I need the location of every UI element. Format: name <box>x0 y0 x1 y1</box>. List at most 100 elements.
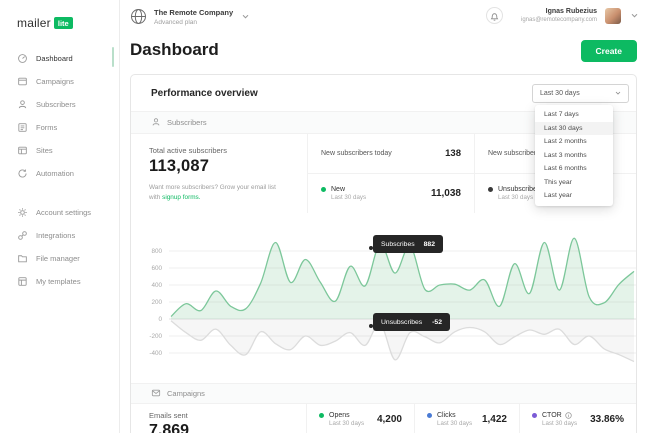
sidebar-item-forms[interactable]: Forms <box>0 116 119 139</box>
svg-text:400: 400 <box>151 282 162 289</box>
sidebar-item-integrations[interactable]: Integrations <box>0 224 119 247</box>
link-icon <box>17 230 28 241</box>
subscribes-tooltip-label: Subscribes <box>381 241 415 248</box>
company-name: The Remote Company <box>154 8 233 17</box>
ctor-value: 33.86% <box>590 414 624 425</box>
sidebar-item-subscribers[interactable]: Subscribers <box>0 93 119 116</box>
campaigns-icon <box>151 388 161 400</box>
sidebar-item-campaigns[interactable]: Campaigns <box>0 70 119 93</box>
total-subscribers-block: Total active subscribers 113,087 Want mo… <box>131 134 307 213</box>
subscribes-tooltip: Subscribes 882 <box>373 235 443 253</box>
performance-card: Performance overview Last 30 days Last 7… <box>130 74 637 433</box>
forms-icon <box>17 122 28 133</box>
sidebar-item-label: My templates <box>36 277 81 286</box>
sidebar: mailer lite Dashboard Campaigns Subscriber… <box>0 0 120 433</box>
opens-value: 4,200 <box>377 414 402 425</box>
app-root: mailer lite Dashboard Campaigns Subscriber… <box>0 0 650 433</box>
notifications-button[interactable] <box>486 7 503 24</box>
user-name: Ignas Rubezius <box>521 8 597 15</box>
page-title: Dashboard <box>130 40 219 60</box>
new-label: New <box>331 186 366 193</box>
total-subscribers-label: Total active subscribers <box>149 146 289 155</box>
sidebar-item-my-templates[interactable]: My templates <box>0 270 119 293</box>
svg-text:0: 0 <box>158 316 162 323</box>
folder-icon <box>17 253 28 264</box>
sidebar-item-automation[interactable]: Automation <box>0 162 119 185</box>
avatar[interactable] <box>605 8 621 24</box>
chevron-down-icon <box>615 91 621 95</box>
sidebar-item-sites[interactable]: Sites <box>0 139 119 162</box>
emails-sent-value: 7,869 <box>149 422 288 433</box>
campaigns-section-label: Campaigns <box>167 389 205 398</box>
date-range-option-last-year[interactable]: Last year <box>535 189 613 203</box>
brand-logo[interactable]: mailer lite <box>0 0 119 30</box>
unsubscribes-tooltip-label: Unsubscribes <box>381 319 422 326</box>
company-switcher[interactable]: The Remote Company Advanced plan <box>130 8 249 26</box>
sidebar-scrollbar-thumb[interactable] <box>112 47 114 67</box>
ctor-sub: Last 30 days <box>542 420 577 427</box>
sidebar-item-label: Account settings <box>36 208 91 217</box>
new-subscribers-today-value: 138 <box>445 148 461 159</box>
svg-text:800: 800 <box>151 248 162 255</box>
bell-icon <box>490 11 499 21</box>
campaigns-section-header: Campaigns <box>131 383 636 404</box>
sidebar-item-label: Sites <box>36 146 53 155</box>
unsubscribes-tooltip: Unsubscribes -52 <box>373 313 450 331</box>
automation-icon <box>17 168 28 179</box>
company-globe-icon <box>130 8 147 25</box>
date-range-option-last-2-months[interactable]: Last 2 months <box>535 135 613 149</box>
date-range-option-last-30-days[interactable]: Last 30 days <box>535 122 613 136</box>
create-button[interactable]: Create <box>581 40 637 62</box>
user-area: Ignas Rubezius ignas@remotecompany.com <box>486 7 638 24</box>
new-dot <box>321 187 326 192</box>
info-icon[interactable] <box>565 412 572 419</box>
opens-stat-cell: OpensLast 30 days4,200 <box>306 404 414 433</box>
sidebar-item-account-settings[interactable]: Account settings <box>0 201 119 224</box>
emails-sent-label: Emails sent <box>149 411 288 420</box>
svg-text:-400: -400 <box>149 350 162 357</box>
campaigns-stats-cells: OpensLast 30 days4,200ClicksLast 30 days… <box>306 404 636 433</box>
chevron-down-icon <box>242 14 249 19</box>
chevron-down-icon <box>631 13 638 18</box>
sidebar-item-label: File manager <box>36 254 80 263</box>
clicks-stat-cell: ClicksLast 30 days1,422 <box>414 404 519 433</box>
new-last30-value: 11,038 <box>431 188 461 199</box>
subscribers-section-label: Subscribers <box>167 118 207 127</box>
user-email: ignas@remotecompany.com <box>521 17 597 23</box>
date-range-option-last-7-days[interactable]: Last 7 days <box>535 108 613 122</box>
opens-dot <box>319 413 324 418</box>
date-range-select[interactable]: Last 30 days <box>532 84 629 103</box>
subscribers-hint: Want more subscribers? Grow your email l… <box>149 183 289 203</box>
ctor-label: CTOR <box>542 412 562 419</box>
date-range-option-this-year[interactable]: This year <box>535 176 613 190</box>
new-sub: Last 30 days <box>331 194 366 201</box>
signup-forms-link[interactable]: signup forms. <box>162 194 200 201</box>
sidebar-item-label: Campaigns <box>36 77 74 86</box>
company-plan: Advanced plan <box>154 19 233 26</box>
logo-text: mailer <box>17 16 51 30</box>
subscribers-chart[interactable]: 8006004002000-200-400 Subscribes 882 Uns… <box>131 213 636 383</box>
campaigns-icon <box>17 76 28 87</box>
unsubscribed-dot <box>488 187 493 192</box>
date-range-option-last-3-months[interactable]: Last 3 months <box>535 149 613 163</box>
subscribes-point-marker <box>369 246 373 250</box>
unsubscribes-tooltip-value: -52 <box>432 319 442 326</box>
unsubscribes-point-marker <box>369 324 373 328</box>
sidebar-item-dashboard[interactable]: Dashboard <box>0 47 119 70</box>
subscribes-tooltip-value: 882 <box>424 241 435 248</box>
sidebar-item-label: Integrations <box>36 231 75 240</box>
new-subscribers-today-label: New subscribers today <box>321 150 392 157</box>
subscribers-icon <box>17 99 28 110</box>
sidebar-nav-secondary: Account settings Integrations File manager… <box>0 201 119 293</box>
subscribers-icon <box>151 117 161 129</box>
clicks-label: Clicks <box>437 412 456 419</box>
sidebar-item-file-manager[interactable]: File manager <box>0 247 119 270</box>
clicks-dot <box>427 413 432 418</box>
new-last30-cell: New Last 30 days 11,038 <box>307 174 474 214</box>
clicks-value: 1,422 <box>482 414 507 425</box>
user-menu[interactable]: Ignas Rubezius ignas@remotecompany.com <box>521 8 597 23</box>
opens-sub: Last 30 days <box>329 420 364 427</box>
performance-title: Performance overview <box>151 88 258 99</box>
date-range-option-last-6-months[interactable]: Last 6 months <box>535 162 613 176</box>
sidebar-item-label: Forms <box>36 123 57 132</box>
